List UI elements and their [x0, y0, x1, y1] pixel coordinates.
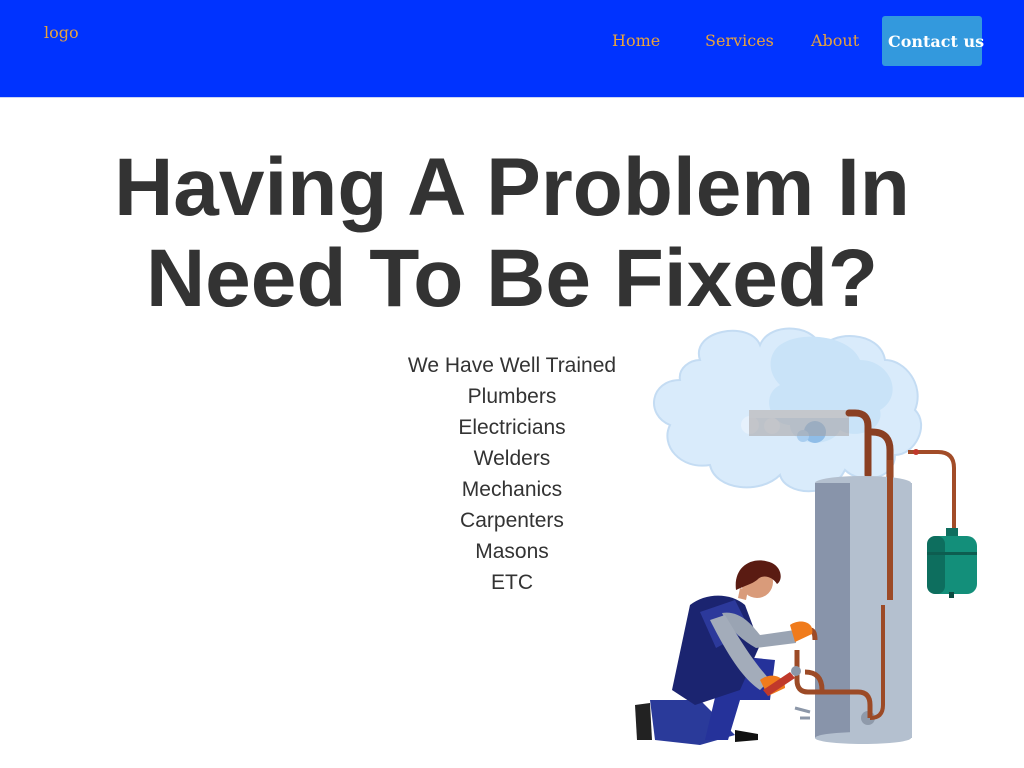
nav-link-home[interactable]: Home	[612, 31, 660, 50]
water-heater-tank	[815, 476, 912, 744]
hero-title-line-1: Having A Problem In	[114, 142, 910, 233]
plumber-figure	[635, 560, 813, 745]
logo-link[interactable]: logo	[44, 23, 79, 42]
contact-us-button[interactable]: Contact us	[882, 16, 984, 66]
horizontal-pipe	[749, 410, 849, 418]
hero-title: Having A Problem In Need To Be Fixed?	[0, 142, 1024, 324]
plumber-illustration	[635, 327, 977, 745]
nav-link-services[interactable]: Services	[705, 31, 774, 50]
nav-link-about[interactable]: About	[811, 31, 859, 50]
top-navbar: logo Home Services About Contact us	[0, 0, 1024, 98]
copper-pipe-right	[908, 450, 956, 537]
steam-cloud	[653, 327, 922, 493]
expansion-tank	[927, 528, 977, 598]
hero-title-line-2: Need To Be Fixed?	[145, 233, 879, 324]
